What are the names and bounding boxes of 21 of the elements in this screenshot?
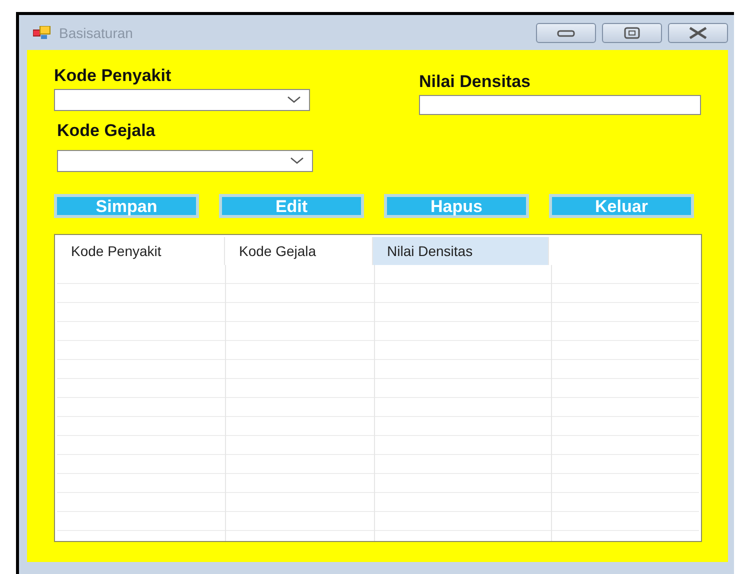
minimize-icon	[557, 29, 575, 37]
close-button[interactable]	[668, 23, 728, 43]
close-icon	[688, 27, 708, 39]
app-icon	[33, 26, 51, 40]
maximize-icon	[624, 27, 640, 39]
field-label: Kode Penyakit	[54, 66, 172, 86]
maximize-button[interactable]	[602, 23, 662, 43]
window-title: Basisaturan	[59, 25, 133, 41]
action-button[interactable]: Simpan	[54, 194, 199, 218]
dropdown-field[interactable]	[57, 150, 313, 172]
action-button[interactable]: Keluar	[549, 194, 694, 218]
minimize-button[interactable]	[536, 23, 596, 43]
chevron-icon	[290, 157, 304, 165]
chevron-icon	[287, 96, 301, 104]
dropdown-field[interactable]	[54, 89, 310, 111]
input-field[interactable]	[419, 95, 701, 115]
column-header[interactable]: Nilai Densitas	[373, 237, 549, 265]
field-label: Kode Gejala	[57, 121, 156, 141]
field-label: Nilai Densitas	[419, 72, 532, 92]
action-button[interactable]: Edit	[219, 194, 364, 218]
action-button[interactable]: Hapus	[384, 194, 529, 218]
